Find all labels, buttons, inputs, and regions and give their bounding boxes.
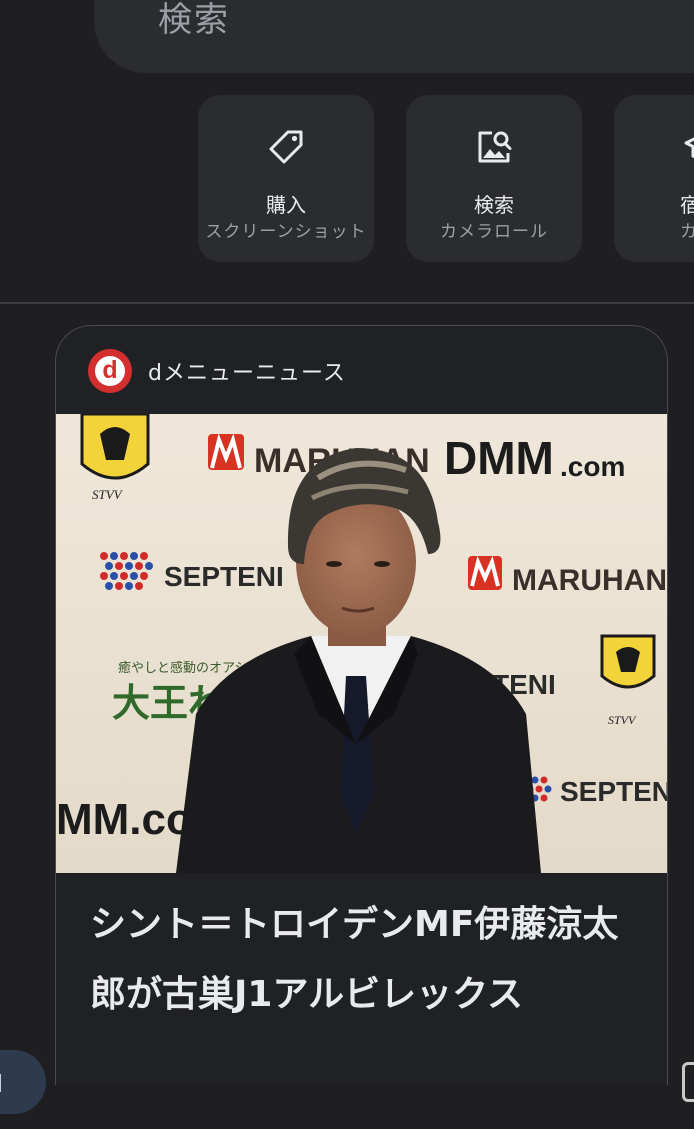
dmenu-logo-icon: d xyxy=(88,349,132,393)
svg-text:STVV: STVV xyxy=(608,713,637,727)
svg-text:MARUHAN: MARUHAN xyxy=(512,564,667,597)
search-field[interactable]: 検索 xyxy=(94,0,694,73)
svg-text:SEPTENI: SEPTENI xyxy=(164,561,284,592)
image-search-icon xyxy=(478,131,512,163)
chip-title: 購入 xyxy=(266,193,306,217)
news-headline[interactable]: シント＝トロイデンMF伊藤涼太郎が古巣J1アルビレックス xyxy=(90,890,650,1030)
news-card[interactable]: d dメニューニュース STVV DMM .com SEPTENI MARUHA… xyxy=(55,325,668,1085)
tag-icon xyxy=(269,130,303,164)
source-name: dメニューニュース xyxy=(148,361,346,386)
chip-title: 検索 xyxy=(474,193,514,217)
chip-title: 宿 xyxy=(680,193,694,217)
search-placeholder: 検索 xyxy=(158,0,230,40)
svg-text:.com: .com xyxy=(560,451,625,482)
svg-text:SEPTENI: SEPTENI xyxy=(560,776,668,807)
chip-search-camera-roll[interactable]: 検索 カメラロール xyxy=(406,95,582,262)
news-source: d dメニューニュース xyxy=(88,348,346,394)
chip-subtitle: カメラロール xyxy=(440,222,548,242)
svg-text:癒やしと感動のオアシ: 癒やしと感動のオアシ xyxy=(118,660,247,676)
school-icon xyxy=(684,137,694,159)
section-divider xyxy=(0,302,694,304)
chip-shopping[interactable]: 購入 スクリーンショット xyxy=(198,95,374,262)
chip-homework[interactable]: 宿 カ xyxy=(614,95,694,262)
svg-text:STVV: STVV xyxy=(92,487,124,502)
svg-text:MM.co: MM.co xyxy=(56,795,193,844)
svg-text:DMM: DMM xyxy=(444,432,554,484)
news-photo[interactable]: STVV MARUHAN DMM .com SEPTENI MARUHAN 癒 xyxy=(56,414,668,873)
dmenu-logo-letter: d xyxy=(95,356,125,386)
bottom-action-pill[interactable] xyxy=(0,1050,46,1114)
chip-subtitle: スクリーンショット xyxy=(205,222,367,242)
screen: 検索 購入 スクリーンショット 検索 カメラロール 宿 カ d dメニューニュー… xyxy=(0,0,694,1129)
chip-subtitle: カ xyxy=(680,222,694,242)
tabs-icon[interactable] xyxy=(682,1062,694,1102)
pill-indicator xyxy=(0,1074,1,1092)
